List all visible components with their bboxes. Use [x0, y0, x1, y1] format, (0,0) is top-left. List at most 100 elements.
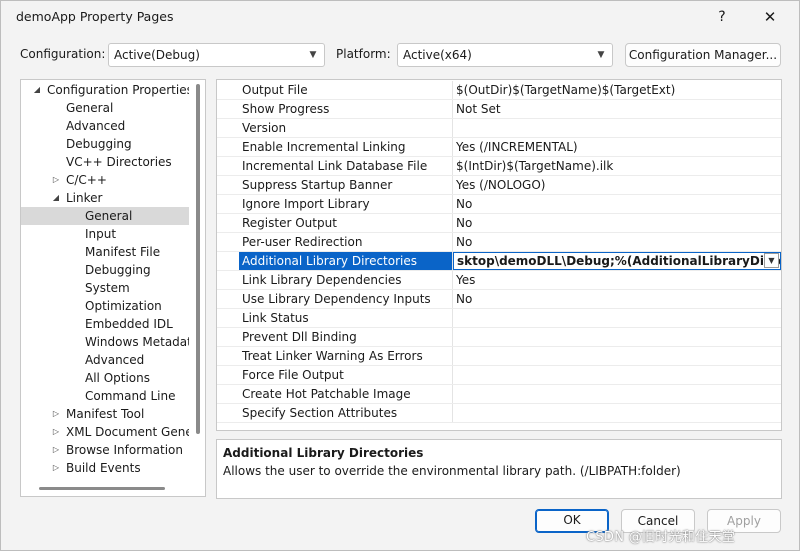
tree-item[interactable]: ▷ Build Events: [21, 459, 189, 477]
property-value[interactable]: $(OutDir)$(TargetName)$(TargetExt): [453, 81, 781, 99]
property-row[interactable]: Prevent Dll Binding: [217, 328, 781, 347]
tree-item[interactable]: Manifest File: [21, 243, 189, 261]
tree-item[interactable]: Input: [21, 225, 189, 243]
tree-item[interactable]: Embedded IDL: [21, 315, 189, 333]
property-value[interactable]: No: [453, 290, 781, 308]
collapsed-arrow-icon[interactable]: ▷: [50, 171, 62, 189]
title-bar: demoApp Property Pages ? ✕: [1, 1, 799, 33]
tree-item[interactable]: VC++ Directories: [21, 153, 189, 171]
property-name: Incremental Link Database File: [239, 157, 453, 175]
property-value[interactable]: No: [453, 195, 781, 213]
tree-item[interactable]: Optimization: [21, 297, 189, 315]
description-panel: Additional Library Directories Allows th…: [216, 439, 782, 499]
property-value[interactable]: Yes: [453, 271, 781, 289]
tree-vertical-scrollbar[interactable]: [196, 84, 200, 434]
property-row[interactable]: Per-user Redirection No: [217, 233, 781, 252]
tree-item[interactable]: General: [21, 99, 189, 117]
property-row[interactable]: Enable Incremental Linking Yes (/INCREMEN…: [217, 138, 781, 157]
property-row[interactable]: Use Library Dependency Inputs No: [217, 290, 781, 309]
property-tree[interactable]: ◢ Configuration Properties General Advanced…: [20, 79, 206, 497]
collapsed-arrow-icon[interactable]: ▷: [50, 441, 62, 459]
tree-item[interactable]: ▷ Manifest Tool: [21, 405, 189, 423]
property-name: Link Library Dependencies: [239, 271, 453, 289]
tree-item-label: XML Document Genera: [66, 425, 189, 439]
property-value[interactable]: No: [453, 233, 781, 251]
property-name: Specify Section Attributes: [239, 404, 453, 422]
tree-item-label: Input: [85, 227, 117, 241]
property-row[interactable]: Additional Library Directories sktop\demo…: [217, 252, 781, 271]
collapsed-arrow-icon[interactable]: ▷: [50, 423, 62, 441]
property-row[interactable]: Output File $(OutDir)$(TargetName)$(Targe…: [217, 81, 781, 100]
tree-item-label: Advanced: [85, 353, 145, 367]
tree-item-label: General: [85, 209, 133, 223]
collapsed-arrow-icon[interactable]: ▷: [50, 405, 62, 423]
tree-item[interactable]: Advanced: [21, 117, 189, 135]
property-row[interactable]: Version: [217, 119, 781, 138]
property-row[interactable]: Force File Output: [217, 366, 781, 385]
property-row[interactable]: Ignore Import Library No: [217, 195, 781, 214]
property-value[interactable]: No: [453, 214, 781, 232]
tree-horizontal-scrollbar[interactable]: [39, 487, 165, 490]
property-value[interactable]: [453, 309, 781, 327]
tree-item[interactable]: ◢ Configuration Properties: [21, 81, 189, 99]
property-value[interactable]: [453, 404, 781, 422]
help-icon[interactable]: ?: [707, 5, 737, 29]
property-value[interactable]: Yes (/NOLOGO): [453, 176, 781, 194]
tree-item[interactable]: ▷ XML Document Genera: [21, 423, 189, 441]
property-value[interactable]: [453, 385, 781, 403]
property-value[interactable]: Yes (/INCREMENTAL): [453, 138, 781, 156]
collapsed-arrow-icon[interactable]: ▷: [50, 459, 62, 477]
property-value[interactable]: Not Set: [453, 100, 781, 118]
property-row[interactable]: Incremental Link Database File $(IntDir)$…: [217, 157, 781, 176]
property-row[interactable]: Specify Section Attributes: [217, 404, 781, 423]
tree-item[interactable]: Command Line: [21, 387, 189, 405]
property-row[interactable]: Show Progress Not Set: [217, 100, 781, 119]
tree-item[interactable]: All Options: [21, 369, 189, 387]
chevron-down-icon[interactable]: ▼: [764, 253, 779, 268]
close-icon[interactable]: ✕: [755, 5, 785, 29]
property-value[interactable]: [453, 347, 781, 365]
tree-item[interactable]: General: [21, 207, 189, 225]
property-name: Force File Output: [239, 366, 453, 384]
property-value[interactable]: [453, 119, 781, 137]
tree-item-label: Manifest File: [85, 245, 161, 259]
property-row[interactable]: Link Library Dependencies Yes: [217, 271, 781, 290]
tree-item-label: Build Events: [66, 461, 141, 475]
watermark: CSDN @旧时光和住天堂: [586, 530, 736, 545]
tree-item[interactable]: ◢ Linker: [21, 189, 189, 207]
tree-item[interactable]: System: [21, 279, 189, 297]
property-pages-window: demoApp Property Pages ? ✕ Configuration…: [0, 0, 800, 551]
property-row[interactable]: Suppress Startup Banner Yes (/NOLOGO): [217, 176, 781, 195]
configuration-manager-button[interactable]: Configuration Manager...: [625, 43, 781, 67]
property-row[interactable]: Create Hot Patchable Image: [217, 385, 781, 404]
tree-item[interactable]: Debugging: [21, 261, 189, 279]
property-value[interactable]: [453, 366, 781, 384]
property-row[interactable]: Register Output No: [217, 214, 781, 233]
tree-item[interactable]: Advanced: [21, 351, 189, 369]
property-row[interactable]: Treat Linker Warning As Errors: [217, 347, 781, 366]
tree-item[interactable]: ▷ C/C++: [21, 171, 189, 189]
property-name: Show Progress: [239, 100, 453, 118]
tree-item-label: Debugging: [66, 137, 132, 151]
tree-item-label: Linker: [66, 191, 103, 205]
expanded-arrow-icon[interactable]: ◢: [31, 81, 43, 99]
property-value[interactable]: $(IntDir)$(TargetName).ilk: [453, 157, 781, 175]
platform-value: Active(x64): [403, 48, 472, 62]
platform-dropdown[interactable]: Active(x64) ▼: [397, 43, 613, 67]
configuration-dropdown[interactable]: Active(Debug) ▼: [108, 43, 325, 67]
tree-item[interactable]: Debugging: [21, 135, 189, 153]
property-grid[interactable]: Output File $(OutDir)$(TargetName)$(Targe…: [216, 79, 782, 431]
property-value[interactable]: [453, 328, 781, 346]
property-value[interactable]: sktop\demoDLL\Debug;%(AdditionalLibraryD…: [453, 252, 781, 270]
tree-item[interactable]: Windows Metadata: [21, 333, 189, 351]
property-row[interactable]: Link Status: [217, 309, 781, 328]
property-name: Version: [239, 119, 453, 137]
tree-item[interactable]: ▷ Browse Information: [21, 441, 189, 459]
property-name: Link Status: [239, 309, 453, 327]
expanded-arrow-icon[interactable]: ◢: [50, 189, 62, 207]
tree-item-label: C/C++: [66, 173, 107, 187]
